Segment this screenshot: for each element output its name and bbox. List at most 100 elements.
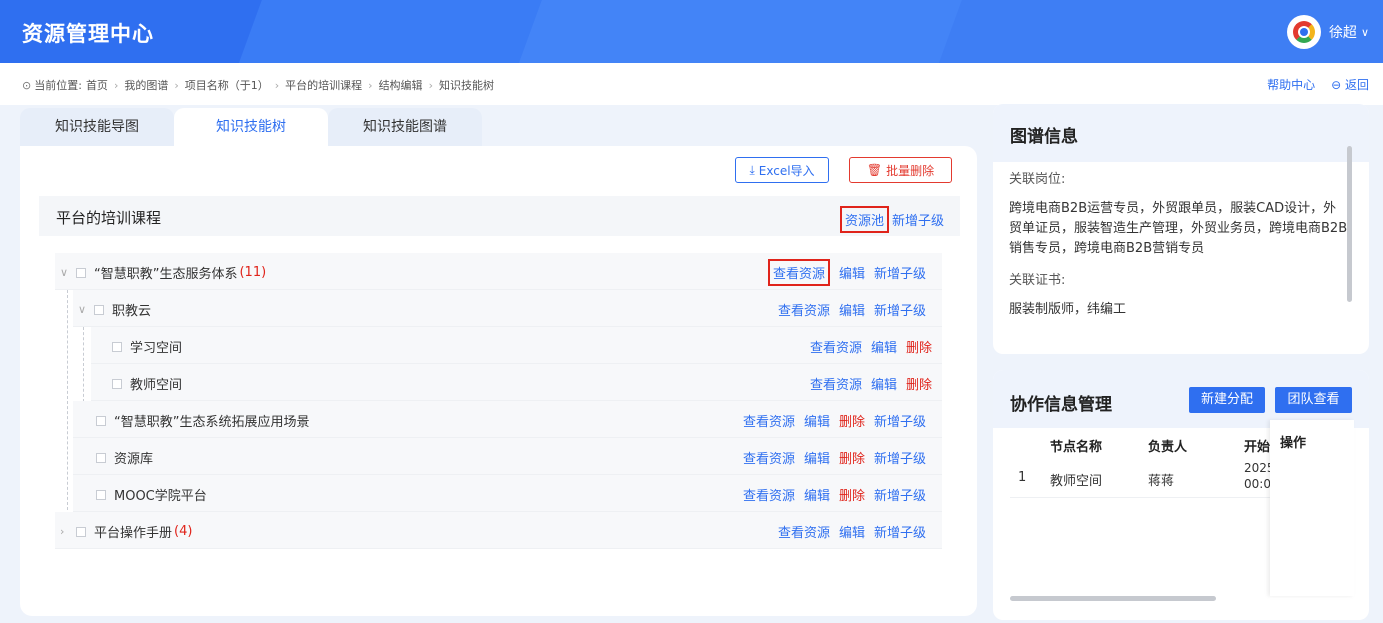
row-checkbox[interactable] bbox=[76, 267, 86, 278]
user-menu[interactable]: 徐超 ∨ bbox=[1286, 15, 1369, 49]
add-child-button[interactable]: 新增子级 bbox=[874, 263, 926, 282]
view-resource-button[interactable]: 查看资源 bbox=[810, 337, 862, 356]
breadcrumb-prefix: 当前位置: bbox=[34, 79, 82, 92]
row-count: (4) bbox=[174, 524, 193, 539]
new-assignment-button[interactable]: 新建分配 bbox=[1189, 387, 1265, 413]
tab-mindmap[interactable]: 知识技能导图 bbox=[20, 108, 174, 146]
row-count: (11) bbox=[239, 265, 267, 280]
delete-button[interactable]: 删除 bbox=[839, 411, 865, 430]
chevron-down-icon[interactable]: ∨ bbox=[60, 266, 70, 279]
delete-button[interactable]: 删除 bbox=[906, 374, 932, 393]
tree-row[interactable]: “智慧职教”生态系统拓展应用场景 查看资源 编辑 删除 新增子级 bbox=[73, 401, 942, 438]
graph-info-title: 图谱信息 bbox=[993, 104, 1369, 162]
row-label: 职教云 bbox=[112, 304, 152, 319]
edit-button[interactable]: 编辑 bbox=[839, 522, 865, 541]
row-checkbox[interactable] bbox=[112, 378, 122, 389]
row-start-time: 00:0 bbox=[1244, 477, 1271, 491]
view-resource-button[interactable]: 查看资源 bbox=[767, 259, 830, 286]
tab-graph[interactable]: 知识技能图谱 bbox=[328, 108, 482, 146]
edit-button[interactable]: 编辑 bbox=[839, 300, 865, 319]
info-scrollbar[interactable] bbox=[1347, 146, 1352, 302]
tree-row[interactable]: 教师空间 查看资源 编辑 删除 bbox=[91, 364, 942, 401]
batch-delete-label: 批量删除 bbox=[886, 163, 935, 178]
tab-tree[interactable]: 知识技能树 bbox=[174, 108, 328, 146]
tree-row[interactable]: 学习空间 查看资源 编辑 删除 bbox=[91, 327, 942, 364]
tree-row[interactable]: 资源库 查看资源 编辑 删除 新增子级 bbox=[73, 438, 942, 475]
app-title: 资源管理中心 bbox=[22, 22, 154, 46]
tree-row[interactable]: ∨ “智慧职教”生态服务体系 (11) 查看资源 编辑 新增子级 bbox=[55, 253, 942, 290]
add-child-button[interactable]: 新增子级 bbox=[874, 448, 926, 467]
edit-button[interactable]: 编辑 bbox=[839, 263, 865, 282]
col-operation: 操作 bbox=[1280, 436, 1307, 451]
breadcrumb-item[interactable]: 项目名称（于1） bbox=[185, 77, 269, 93]
root-node: 平台的培训课程 资源池 新增子级 bbox=[39, 196, 960, 236]
breadcrumb-item-current: 知识技能树 bbox=[438, 79, 494, 92]
row-checkbox[interactable] bbox=[96, 489, 106, 500]
help-center-link[interactable]: 帮助中心 bbox=[1267, 76, 1315, 93]
row-checkbox[interactable] bbox=[96, 415, 106, 426]
add-child-button[interactable]: 新增子级 bbox=[874, 411, 926, 430]
root-add-child-button[interactable]: 新增子级 bbox=[892, 210, 944, 229]
chevron-down-icon: ∨ bbox=[1360, 25, 1369, 39]
row-checkbox[interactable] bbox=[96, 452, 106, 463]
view-resource-button[interactable]: 查看资源 bbox=[778, 300, 830, 319]
edit-button[interactable]: 编辑 bbox=[804, 411, 830, 430]
row-label: 学习空间 bbox=[130, 341, 183, 356]
edit-button[interactable]: 编辑 bbox=[804, 485, 830, 504]
view-resource-button[interactable]: 查看资源 bbox=[743, 485, 795, 504]
row-node: 教师空间 bbox=[1050, 474, 1103, 489]
tree-row[interactable]: › 平台操作手册 (4) 查看资源 编辑 新增子级 bbox=[55, 512, 942, 549]
back-icon: ⊖ bbox=[1331, 78, 1342, 92]
delete-button[interactable]: 删除 bbox=[906, 337, 932, 356]
download-icon: ⤓ bbox=[749, 162, 755, 177]
related-certs-label: 关联证书: bbox=[1009, 273, 1066, 288]
batch-delete-button[interactable]: 🗑 批量删除 bbox=[849, 157, 952, 183]
chevron-right-icon[interactable]: › bbox=[60, 525, 70, 538]
breadcrumb-item[interactable]: 结构编辑 bbox=[379, 77, 423, 93]
add-child-button[interactable]: 新增子级 bbox=[874, 522, 926, 541]
back-link[interactable]: ⊖ 返回 bbox=[1331, 76, 1369, 93]
excel-import-button[interactable]: ⤓ Excel导入 bbox=[735, 157, 829, 183]
col-node: 节点名称 bbox=[1050, 440, 1103, 455]
add-child-button[interactable]: 新增子级 bbox=[874, 300, 926, 319]
breadcrumb-item[interactable]: 平台的培训课程 bbox=[285, 77, 362, 93]
location-pin-icon: ⊙ bbox=[22, 78, 32, 92]
view-resource-button[interactable]: 查看资源 bbox=[743, 411, 795, 430]
row-checkbox[interactable] bbox=[76, 526, 86, 537]
row-label: MOOC学院平台 bbox=[114, 489, 207, 504]
row-index: 1 bbox=[1018, 470, 1027, 485]
view-resource-button[interactable]: 查看资源 bbox=[810, 374, 862, 393]
edit-button[interactable]: 编辑 bbox=[804, 448, 830, 467]
related-certs-value: 服装制版师，纬编工 bbox=[1009, 302, 1127, 317]
chevron-down-icon[interactable]: ∨ bbox=[78, 303, 88, 316]
table-scrollbar[interactable] bbox=[1010, 596, 1216, 601]
delete-button[interactable]: 删除 bbox=[839, 448, 865, 467]
back-label: 返回 bbox=[1344, 78, 1369, 92]
root-title: 平台的培训课程 bbox=[56, 209, 162, 227]
trash-icon: 🗑 bbox=[866, 163, 883, 177]
col-owner: 负责人 bbox=[1148, 440, 1188, 455]
tree-panel: ⤓ Excel导入 🗑 批量删除 平台的培训课程 资源池 新增子级 ∨ “智慧职教”… bbox=[20, 146, 977, 616]
row-checkbox[interactable] bbox=[94, 304, 104, 315]
team-view-button[interactable]: 团队查看 bbox=[1275, 387, 1352, 413]
graph-info-panel: 图谱信息 关联岗位: 跨境电商B2B运营专员，外贸跟单员，服装CAD设计，外贸单… bbox=[993, 104, 1369, 354]
operation-column: 操作 bbox=[1270, 420, 1354, 596]
col-start: 开始 bbox=[1244, 440, 1271, 455]
edit-button[interactable]: 编辑 bbox=[871, 337, 897, 356]
row-checkbox[interactable] bbox=[112, 341, 122, 352]
avatar bbox=[1286, 15, 1321, 49]
view-resource-button[interactable]: 查看资源 bbox=[778, 522, 830, 541]
row-label: “智慧职教”生态服务体系 bbox=[94, 267, 238, 282]
delete-button[interactable]: 删除 bbox=[839, 485, 865, 504]
tab-bar: 知识技能导图 知识技能树 知识技能图谱 bbox=[20, 108, 482, 146]
add-child-button[interactable]: 新增子级 bbox=[874, 485, 926, 504]
tree-row[interactable]: MOOC学院平台 查看资源 编辑 删除 新增子级 bbox=[73, 475, 942, 512]
resource-pool-button[interactable]: 资源池 bbox=[839, 206, 889, 233]
view-resource-button[interactable]: 查看资源 bbox=[743, 448, 795, 467]
user-name: 徐超 bbox=[1328, 25, 1357, 41]
tree-row[interactable]: ∨ 职教云 查看资源 编辑 新增子级 bbox=[73, 290, 942, 327]
edit-button[interactable]: 编辑 bbox=[871, 374, 897, 393]
breadcrumb-item[interactable]: 首页 bbox=[86, 77, 108, 93]
breadcrumb-item[interactable]: 我的图谱 bbox=[124, 77, 168, 93]
collab-panel: 协作信息管理 新建分配 团队查看 节点名称 负责人 开始 1 教师空间 蒋蒋 2… bbox=[993, 370, 1369, 620]
